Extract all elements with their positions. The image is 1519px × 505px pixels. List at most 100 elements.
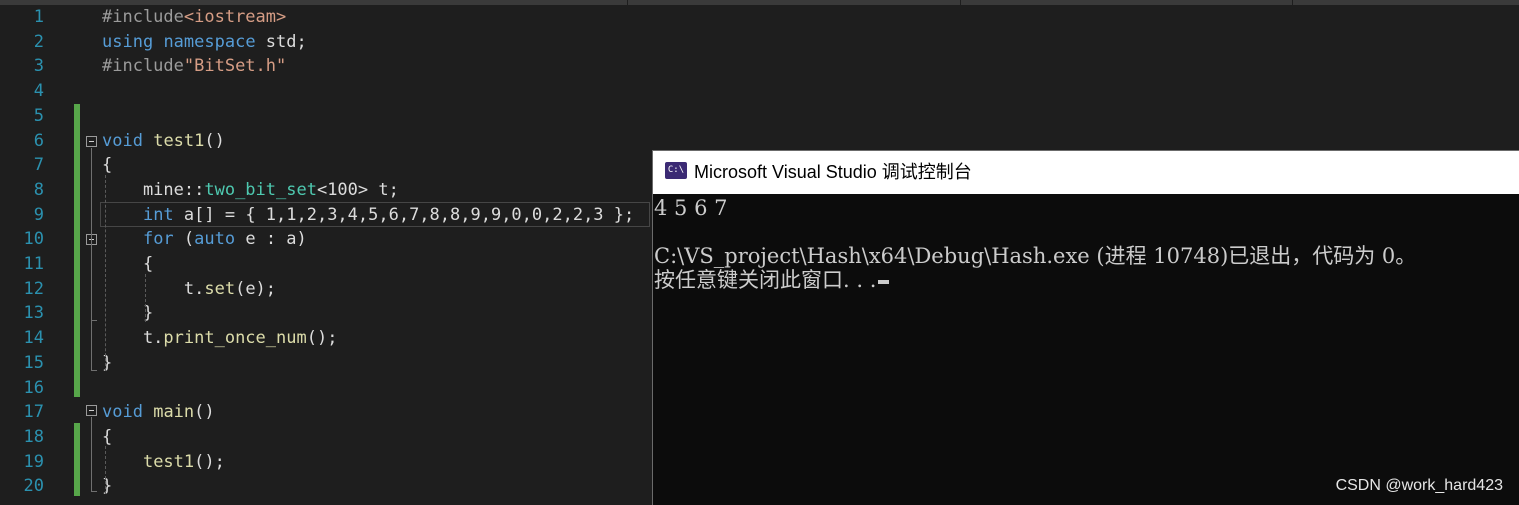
code-text[interactable]: {: [102, 425, 112, 450]
console-title-bar[interactable]: C:\ Microsoft Visual Studio 调试控制台: [653, 151, 1519, 194]
code-token: <iostream>: [183, 7, 287, 27]
line-number: 4: [33, 81, 44, 102]
code-token: void: [102, 402, 143, 423]
code-text[interactable]: using namespace std;: [102, 30, 307, 55]
code-token: test1: [153, 130, 205, 151]
code-text[interactable]: test1();: [102, 450, 225, 475]
outline-guide-end: [91, 370, 97, 371]
line-number: 15: [23, 352, 44, 373]
code-text[interactable]: }: [102, 474, 112, 499]
line-number: 11: [23, 254, 44, 274]
outline-guide-end: [91, 320, 97, 321]
console-title: Microsoft Visual Studio 调试控制台: [694, 162, 972, 182]
console-cursor: [878, 279, 890, 284]
outline-guide: [91, 246, 92, 320]
code-text[interactable]: }: [102, 351, 112, 376]
code-token: <100> t;: [316, 179, 399, 200]
line-number: 16: [23, 377, 44, 398]
code-token: namespace: [163, 31, 256, 52]
change-indicator-bar: [74, 423, 80, 496]
console-output-line: C:\VS_project\Hash\x64\Debug\Hash.exe (进…: [654, 244, 1417, 268]
code-token: (): [204, 130, 225, 151]
console-output-line: 按任意键关闭此窗口. . .: [654, 268, 890, 292]
line-number: 17: [23, 402, 44, 423]
console-window-icon: C:\: [665, 162, 687, 179]
collapse-toggle-icon[interactable]: [86, 136, 97, 147]
code-token: void: [102, 130, 143, 151]
code-line[interactable]: 2 using namespace std;: [0, 30, 1519, 55]
code-token: ();: [194, 451, 225, 472]
line-number: 13: [23, 303, 44, 324]
line-number: 9: [33, 204, 44, 225]
outline-guide: [91, 417, 92, 491]
code-token: print_once_num: [163, 328, 307, 349]
code-token: main: [153, 402, 195, 423]
code-line[interactable]: 1 #include<iostream>: [0, 5, 1519, 30]
code-text[interactable]: t.set(e);: [102, 277, 276, 302]
code-token: (: [173, 229, 195, 250]
watermark: CSDN @work_hard423: [1335, 477, 1503, 494]
code-token: std;: [255, 31, 307, 52]
code-line[interactable]: 5: [0, 104, 1519, 129]
code-token: two_bit_set: [204, 179, 317, 200]
line-number: 20: [23, 476, 44, 497]
indent-guide: [105, 175, 106, 371]
line-number: 8: [33, 179, 44, 200]
line-number: 2: [33, 31, 44, 52]
current-line-highlight: [100, 202, 650, 227]
code-token: auto: [194, 229, 236, 250]
code-text[interactable]: void test1(): [102, 129, 225, 154]
console-output-text: 按任意键关闭此窗口. . .: [654, 268, 877, 292]
code-token: ();: [306, 328, 338, 349]
code-token: using: [102, 31, 154, 52]
indent-guide: [145, 274, 146, 322]
code-line[interactable]: 3 #include"BitSet.h": [0, 54, 1519, 79]
code-text[interactable]: #include<iostream>: [102, 5, 286, 30]
line-number: 7: [33, 155, 44, 176]
code-text[interactable]: t.print_once_num();: [102, 326, 338, 351]
line-number: 3: [33, 56, 44, 77]
code-text[interactable]: {: [102, 153, 112, 178]
code-text[interactable]: mine::two_bit_set<100> t;: [102, 178, 399, 203]
code-token: t.: [102, 278, 205, 299]
console-output-line: 4 5 6 7: [654, 196, 728, 220]
code-token: {: [102, 254, 154, 274]
line-number: 10: [23, 229, 44, 250]
line-number: 12: [23, 278, 44, 299]
code-token: (): [194, 402, 215, 423]
debug-console-window[interactable]: C:\ Microsoft Visual Studio 调试控制台 4 5 6 …: [652, 150, 1519, 505]
code-text[interactable]: #include"BitSet.h": [102, 54, 286, 79]
line-number: 19: [23, 451, 44, 472]
code-text[interactable]: for (auto e : a): [102, 227, 307, 252]
change-indicator-bar: [74, 104, 80, 397]
code-token: #include: [102, 56, 184, 77]
code-token: test1: [142, 451, 195, 472]
code-text[interactable]: void main(): [102, 400, 215, 425]
outline-guide-end: [91, 491, 97, 492]
code-text[interactable]: {: [102, 252, 153, 277]
indent-guide: [105, 446, 106, 494]
code-token: t.: [102, 328, 164, 349]
line-number: 5: [33, 105, 44, 126]
code-line[interactable]: 4: [0, 79, 1519, 104]
code-token: }: [102, 476, 113, 497]
code-token: for: [142, 229, 174, 250]
code-token: set: [204, 278, 236, 299]
line-number: 6: [33, 130, 44, 151]
code-token: {: [102, 426, 113, 447]
console-output[interactable]: 4 5 6 7 C:\VS_project\Hash\x64\Debug\Has…: [653, 194, 1519, 505]
code-token: {: [102, 155, 113, 176]
code-token: #include: [102, 7, 184, 27]
code-token: }: [102, 352, 113, 373]
line-number: 14: [23, 328, 44, 349]
line-number: 1: [33, 7, 44, 27]
code-token: e : a): [235, 229, 307, 250]
code-token: "BitSet.h": [183, 56, 287, 77]
collapse-toggle-icon[interactable]: [86, 405, 97, 416]
line-number: 18: [23, 426, 44, 447]
